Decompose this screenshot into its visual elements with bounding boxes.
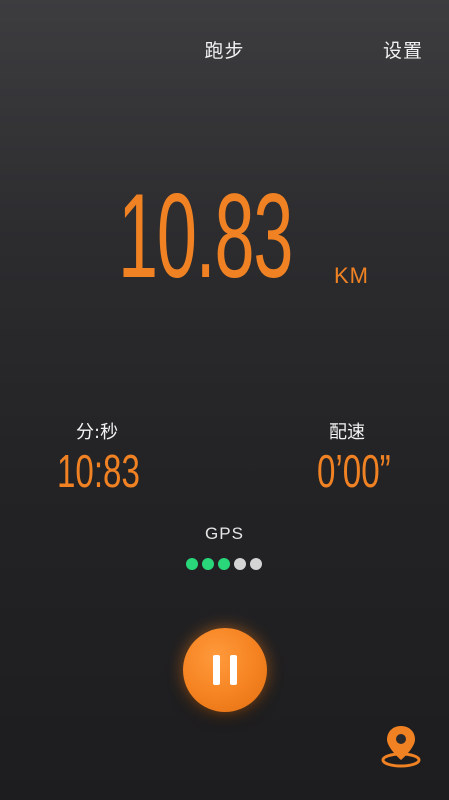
gps-label: GPS [205, 524, 244, 543]
time-value: 10:83 [57, 445, 140, 497]
running-screen: 跑步 设置 10.83 KM 分:秒 10:83 配速 0’00” GPS [0, 0, 449, 800]
pause-icon [213, 655, 237, 685]
page-title: 跑步 [204, 40, 245, 62]
settings-button[interactable]: 设置 [383, 36, 423, 63]
pace-label: 配速 [329, 422, 365, 443]
gps-signal-indicator [186, 558, 262, 570]
pause-bar-right [230, 655, 237, 685]
location-pin-icon [381, 726, 421, 768]
pace-value: 0’00” [317, 445, 391, 497]
distance-value: 10.83 [118, 169, 293, 303]
distance-unit: KM [334, 263, 369, 288]
gps-signal-dot [202, 558, 214, 570]
distance-display: 10.83 KM [0, 170, 449, 310]
gps-signal-dot [186, 558, 198, 570]
location-button[interactable] [378, 722, 424, 770]
pause-bar-left [213, 655, 220, 685]
pause-button[interactable] [183, 628, 267, 712]
gps-signal-dot [250, 558, 262, 570]
gps-signal-dot [218, 558, 230, 570]
gps-signal-dot [234, 558, 246, 570]
time-label: 分:秒 [76, 422, 119, 443]
